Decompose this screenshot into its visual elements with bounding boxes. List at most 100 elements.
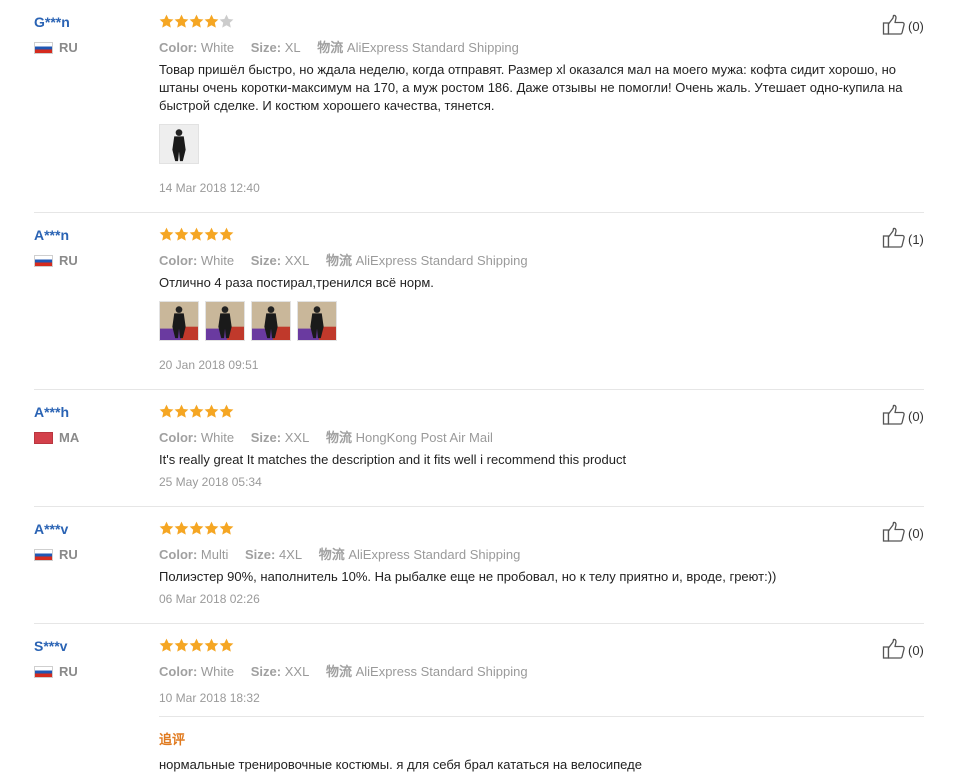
helpful-button[interactable]: (0) xyxy=(882,521,924,546)
morocco-flag-icon xyxy=(34,431,53,444)
helpful-count: (0) xyxy=(908,643,924,658)
thumbs-up-icon xyxy=(882,14,908,39)
star-filled-icon xyxy=(219,404,234,419)
russia-flag-icon xyxy=(34,548,53,561)
star-empty-icon xyxy=(219,14,234,29)
reviewer-country: RU xyxy=(34,664,78,679)
star-filled-icon xyxy=(174,227,189,242)
star-filled-icon xyxy=(204,14,219,29)
review-meta: Color: White Size: XXL 物流 AliExpress Sta… xyxy=(159,661,528,680)
size-value: 4XL xyxy=(278,547,303,562)
country-code: RU xyxy=(59,664,78,679)
review-divider xyxy=(34,212,924,213)
review-meta: Color: Multi Size: 4XL 物流 AliExpress Sta… xyxy=(159,544,520,563)
shipping-value: AliExpress Standard Shipping xyxy=(346,40,519,55)
color-label: Color: xyxy=(159,253,198,268)
review-meta: Color: White Size: XXL 物流 HongKong Post … xyxy=(159,427,493,446)
review-photo-thumbnail[interactable] xyxy=(159,301,199,341)
star-filled-icon xyxy=(204,227,219,242)
thumbs-up-icon xyxy=(882,227,908,252)
star-filled-icon xyxy=(189,14,204,29)
star-filled-icon xyxy=(159,227,174,242)
reviewer-name[interactable]: A***n xyxy=(34,227,69,243)
star-filled-icon xyxy=(174,638,189,653)
helpful-button[interactable]: (0) xyxy=(882,14,924,39)
size-value: XXL xyxy=(284,430,310,445)
star-filled-icon xyxy=(204,404,219,419)
color-value: White xyxy=(200,430,235,445)
helpful-button[interactable]: (0) xyxy=(882,638,924,663)
review-date: 20 Jan 2018 09:51 xyxy=(159,358,259,372)
shipping-label: 物流 xyxy=(317,40,344,55)
thumbs-up-icon xyxy=(882,521,908,546)
star-filled-icon xyxy=(174,404,189,419)
star-filled-icon xyxy=(159,14,174,29)
color-value: White xyxy=(200,40,235,55)
country-code: RU xyxy=(59,547,78,562)
size-value: XXL xyxy=(284,664,310,679)
color-label: Color: xyxy=(159,40,198,55)
star-filled-icon xyxy=(189,521,204,536)
star-rating xyxy=(159,14,234,30)
review-meta: Color: White Size: XXL 物流 AliExpress Sta… xyxy=(159,250,528,269)
review-date: 10 Mar 2018 18:32 xyxy=(159,691,260,705)
review-photo-thumbnail[interactable] xyxy=(159,124,199,164)
star-filled-icon xyxy=(219,521,234,536)
helpful-count: (0) xyxy=(908,19,924,34)
review-photos xyxy=(159,301,343,341)
color-value: White xyxy=(200,253,235,268)
thumbs-up-icon xyxy=(882,638,908,663)
star-rating xyxy=(159,638,234,654)
reviewer-name[interactable]: G***n xyxy=(34,14,70,30)
helpful-count: (1) xyxy=(908,232,924,247)
size-label: Size: xyxy=(250,40,282,55)
star-rating xyxy=(159,404,234,420)
review-date: 25 May 2018 05:34 xyxy=(159,475,262,489)
star-filled-icon xyxy=(174,14,189,29)
review-text: Полиэстер 90%, наполнитель 10%. На рыбал… xyxy=(159,569,777,584)
star-rating xyxy=(159,227,234,243)
reviewer-country: RU xyxy=(34,40,78,55)
reviewer-name[interactable]: A***v xyxy=(34,521,68,537)
star-filled-icon xyxy=(159,638,174,653)
review-date: 06 Mar 2018 02:26 xyxy=(159,592,260,606)
star-filled-icon xyxy=(159,404,174,419)
star-filled-icon xyxy=(204,521,219,536)
thumbs-up-icon xyxy=(882,404,908,429)
size-label: Size: xyxy=(250,430,282,445)
star-filled-icon xyxy=(189,227,204,242)
helpful-button[interactable]: (1) xyxy=(882,227,924,252)
reviewer-name[interactable]: S***v xyxy=(34,638,67,654)
star-filled-icon xyxy=(159,521,174,536)
review-divider xyxy=(34,389,924,390)
star-filled-icon xyxy=(219,638,234,653)
followup-divider xyxy=(159,716,924,717)
followup-title: 追评 xyxy=(159,732,186,747)
review-divider xyxy=(34,506,924,507)
reviewer-country: RU xyxy=(34,253,78,268)
color-value: Multi xyxy=(200,547,229,562)
shipping-label: 物流 xyxy=(325,664,352,679)
helpful-button[interactable]: (0) xyxy=(882,404,924,429)
shipping-value: AliExpress Standard Shipping xyxy=(355,253,528,268)
russia-flag-icon xyxy=(34,41,53,54)
review-date: 14 Mar 2018 12:40 xyxy=(159,181,260,195)
star-filled-icon xyxy=(219,227,234,242)
review-text: It's really great It matches the descrip… xyxy=(159,452,627,467)
star-filled-icon xyxy=(174,521,189,536)
review-photo-thumbnail[interactable] xyxy=(297,301,337,341)
size-value: XXL xyxy=(284,253,310,268)
reviewer-name[interactable]: A***h xyxy=(34,404,69,420)
color-label: Color: xyxy=(159,664,198,679)
helpful-count: (0) xyxy=(908,409,924,424)
star-filled-icon xyxy=(189,404,204,419)
reviewer-country: MA xyxy=(34,430,79,445)
shipping-value: AliExpress Standard Shipping xyxy=(355,664,528,679)
review-photo-thumbnail[interactable] xyxy=(251,301,291,341)
shipping-label: 物流 xyxy=(325,430,352,445)
star-filled-icon xyxy=(189,638,204,653)
color-value: White xyxy=(200,664,235,679)
star-rating xyxy=(159,521,234,537)
review-photo-thumbnail[interactable] xyxy=(205,301,245,341)
review-text: Товар пришёл быстро, но ждала неделю, ко… xyxy=(159,62,903,113)
